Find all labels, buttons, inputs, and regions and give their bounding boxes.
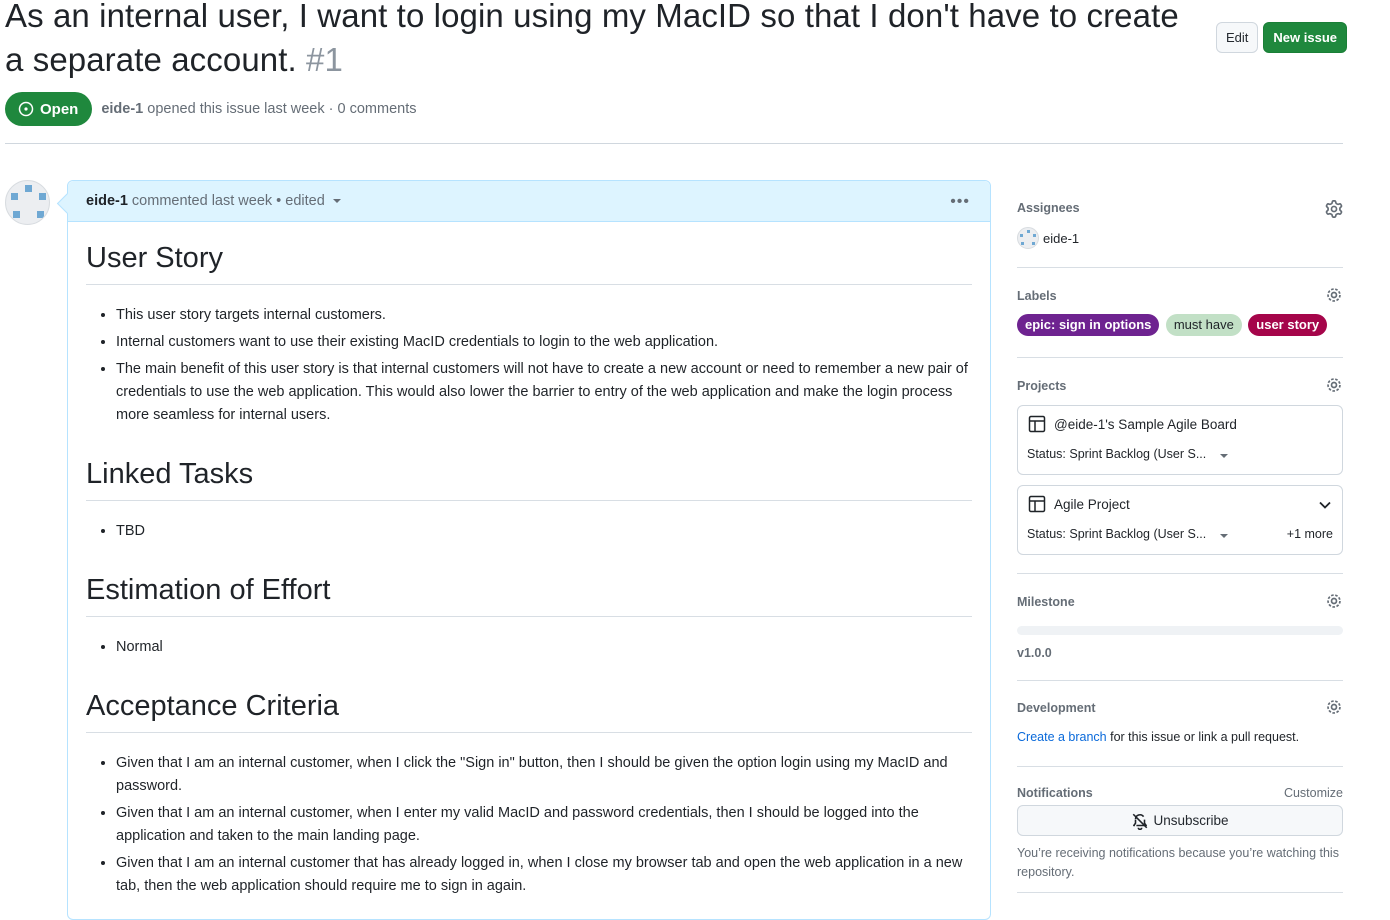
gear-icon[interactable] bbox=[1325, 286, 1343, 304]
new-issue-button[interactable]: New issue bbox=[1263, 22, 1347, 53]
label-pill[interactable]: user story bbox=[1248, 314, 1328, 336]
sidebar-milestone: Milestone v1.0.0 bbox=[1017, 574, 1343, 681]
list-item: This user story targets internal custome… bbox=[116, 304, 972, 327]
project-status-dropdown[interactable]: Status: Sprint Backlog (User S... bbox=[1027, 447, 1206, 461]
issue-meta: eide-1 opened this issue last week · 0 c… bbox=[101, 101, 416, 117]
project-card[interactable]: @eide-1's Sample Agile Board Status: Spr… bbox=[1017, 405, 1343, 475]
project-name[interactable]: @eide-1's Sample Agile Board bbox=[1054, 417, 1237, 432]
sidebar-assignees: Assignees eide-1 bbox=[1017, 192, 1343, 268]
sidebar-development: Development Create a branch for this iss… bbox=[1017, 681, 1343, 767]
list-item: TBD bbox=[116, 520, 972, 543]
project-name[interactable]: Agile Project bbox=[1054, 497, 1130, 512]
project-card[interactable]: Agile Project Status: Sprint Backlog (Us… bbox=[1017, 485, 1343, 555]
list-item: Normal bbox=[116, 636, 972, 659]
comment-author-avatar[interactable] bbox=[5, 180, 50, 225]
issue-title-text: As an internal user, I want to login usi… bbox=[5, 0, 1179, 78]
projects-title: Projects bbox=[1017, 379, 1067, 393]
section-user-story: User Story This user story targets inter… bbox=[86, 222, 972, 427]
issue-sidebar: Assignees eide-1 Labels epic: sign in op… bbox=[1017, 192, 1343, 893]
milestone-title: Milestone bbox=[1017, 595, 1075, 609]
edit-history-dropdown-icon[interactable] bbox=[332, 199, 341, 203]
bell-slash-icon bbox=[1133, 813, 1148, 830]
comment-author-link[interactable]: eide-1 bbox=[86, 193, 128, 209]
issue-number: #1 bbox=[306, 41, 343, 78]
table-icon bbox=[1028, 415, 1046, 433]
gear-icon[interactable] bbox=[1325, 200, 1343, 218]
issue-comment: eide-1 commented last week • edited ••• … bbox=[67, 180, 991, 920]
chevron-down-icon[interactable] bbox=[1318, 498, 1332, 512]
caret-down-icon[interactable] bbox=[1220, 454, 1228, 458]
assignees-title: Assignees bbox=[1017, 201, 1080, 215]
caret-down-icon[interactable] bbox=[1220, 534, 1228, 538]
customize-link[interactable]: Customize bbox=[1284, 786, 1343, 800]
unsubscribe-label: Unsubscribe bbox=[1153, 813, 1229, 828]
list-item: Given that I am an internal customer tha… bbox=[116, 852, 972, 898]
notifications-title: Notifications bbox=[1017, 786, 1093, 800]
section-list: TBD bbox=[86, 520, 972, 543]
project-status-dropdown[interactable]: Status: Sprint Backlog (User S... bbox=[1027, 527, 1206, 541]
comment-header: eide-1 commented last week • edited ••• bbox=[68, 181, 990, 222]
issue-opened-icon bbox=[18, 101, 34, 117]
create-branch-link[interactable]: Create a branch bbox=[1017, 730, 1107, 744]
list-item: Internal customers want to use their exi… bbox=[116, 331, 972, 354]
issue-title: As an internal user, I want to login usi… bbox=[5, 0, 1185, 82]
section-heading: Estimation of Effort bbox=[86, 570, 972, 617]
header-actions: Edit New issue bbox=[1216, 22, 1347, 53]
section-acceptance-criteria: Acceptance Criteria Given that I am an i… bbox=[86, 663, 972, 898]
labels-title: Labels bbox=[1017, 289, 1057, 303]
gear-icon[interactable] bbox=[1325, 376, 1343, 394]
development-rest-text: for this issue or link a pull request. bbox=[1106, 730, 1300, 744]
issue-author-link[interactable]: eide-1 bbox=[101, 101, 143, 117]
assignee-item[interactable]: eide-1 bbox=[1017, 227, 1079, 249]
assignee-avatar bbox=[1017, 227, 1039, 249]
label-pill[interactable]: epic: sign in options bbox=[1017, 314, 1160, 336]
label-pill[interactable]: must have bbox=[1165, 314, 1242, 336]
list-item: Given that I am an internal customer, wh… bbox=[116, 752, 972, 798]
sidebar-projects: Projects @eide-1's Sample Agile Board St… bbox=[1017, 358, 1343, 574]
notifications-reason: You’re receiving notifications because y… bbox=[1017, 846, 1339, 879]
comment-meta: commented last week • edited bbox=[131, 193, 325, 209]
list-item: The main benefit of this user story is t… bbox=[116, 358, 972, 427]
header-divider bbox=[5, 143, 1343, 144]
status-badge: Open bbox=[5, 92, 93, 126]
development-title: Development bbox=[1017, 701, 1096, 715]
section-heading: Linked Tasks bbox=[86, 454, 972, 501]
edit-button[interactable]: Edit bbox=[1216, 22, 1259, 53]
gear-icon[interactable] bbox=[1325, 698, 1343, 716]
section-estimation: Estimation of Effort Normal bbox=[86, 547, 972, 659]
status-label: Open bbox=[40, 100, 79, 118]
section-linked-tasks: Linked Tasks TBD bbox=[86, 431, 972, 543]
assignee-name: eide-1 bbox=[1043, 230, 1080, 246]
project-list: @eide-1's Sample Agile Board Status: Spr… bbox=[1017, 405, 1343, 565]
section-list: Normal bbox=[86, 636, 972, 659]
section-heading: User Story bbox=[86, 238, 972, 285]
issue-state-row: Open eide-1 opened this issue last week … bbox=[5, 92, 416, 126]
milestone-name[interactable]: v1.0.0 bbox=[1017, 646, 1052, 660]
section-list: Given that I am an internal customer, wh… bbox=[86, 752, 972, 898]
sidebar-labels: Labels epic: sign in options must have u… bbox=[1017, 268, 1343, 358]
project-more-link[interactable]: +1 more bbox=[1287, 527, 1333, 541]
unsubscribe-button[interactable]: Unsubscribe bbox=[1017, 805, 1343, 836]
milestone-progress-bar bbox=[1017, 626, 1343, 635]
sidebar-notifications: Notifications Customize Unsubscribe You’… bbox=[1017, 767, 1343, 893]
kebab-horizontal-icon[interactable]: ••• bbox=[950, 193, 970, 211]
list-item: Given that I am an internal customer, wh… bbox=[116, 802, 972, 848]
table-icon bbox=[1028, 495, 1046, 513]
gear-icon[interactable] bbox=[1325, 592, 1343, 610]
development-text: Create a branch for this issue or link a… bbox=[1017, 730, 1299, 744]
section-heading: Acceptance Criteria bbox=[86, 686, 972, 733]
label-list: epic: sign in options must have user sto… bbox=[1017, 314, 1329, 336]
issue-meta-text: opened this issue last week · 0 comments bbox=[147, 101, 417, 117]
section-list: This user story targets internal custome… bbox=[86, 304, 972, 427]
comment-body: User Story This user story targets inter… bbox=[68, 222, 990, 898]
